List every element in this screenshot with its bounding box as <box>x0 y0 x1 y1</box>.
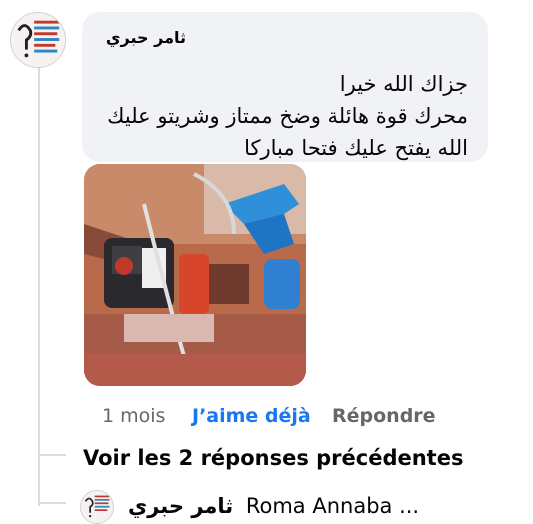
reply-button[interactable]: Répondre <box>332 405 436 427</box>
reply-author[interactable]: ثامر حبري <box>128 494 233 518</box>
reply-preview[interactable]: ثامر حبري Roma Annaba ... <box>128 494 419 518</box>
comment-line: محرك قوة هائلة وضخ ممتاز وشريتو عليك <box>107 104 468 128</box>
comment-line: الله يفتح عليك فتحا مباركا <box>244 136 468 160</box>
comment-author[interactable]: ثامر حبري <box>106 28 186 47</box>
comment-photo[interactable] <box>84 164 306 386</box>
view-previous-replies-link[interactable]: Voir les 2 réponses précédentes <box>83 446 463 470</box>
pump-photo-image <box>84 164 306 386</box>
comment-bubble: ثامر حبري جزاك الله خيرا محرك قوة هائلة … <box>82 12 488 162</box>
avatar-image <box>11 13 65 67</box>
reply-avatar[interactable] <box>80 490 114 524</box>
like-button[interactable]: J’aime déjà <box>192 405 311 427</box>
thread-branch <box>38 502 66 504</box>
reply-text: Roma Annaba ... <box>245 494 420 518</box>
timestamp-link[interactable]: 1 mois <box>102 405 165 427</box>
comment-line: جزاك الله خيرا <box>339 72 468 96</box>
avatar-image <box>81 491 113 523</box>
comment-text: جزاك الله خيرا محرك قوة هائلة وضخ ممتاز … <box>98 68 468 164</box>
thread-line <box>38 66 40 506</box>
avatar[interactable] <box>10 12 66 68</box>
thread-branch <box>38 454 66 456</box>
